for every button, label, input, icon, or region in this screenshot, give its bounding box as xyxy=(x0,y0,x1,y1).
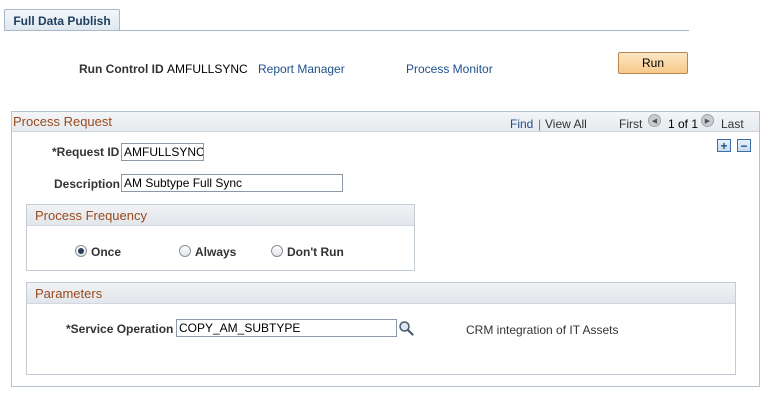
page-info: 1 of 1 xyxy=(668,117,699,131)
process-monitor-link[interactable]: Process Monitor xyxy=(406,62,493,76)
lookup-icon[interactable] xyxy=(398,320,414,336)
process-request-title: Process Request xyxy=(13,114,112,129)
radio-dont-run[interactable] xyxy=(271,245,283,257)
radio-once[interactable] xyxy=(75,245,87,257)
radio-always-label: Always xyxy=(195,245,237,259)
find-link[interactable]: Find xyxy=(510,117,533,131)
first-label: First xyxy=(619,117,643,131)
process-frequency-title: Process Frequency xyxy=(35,208,147,223)
run-control-label: Run Control ID xyxy=(79,62,164,76)
request-id-field[interactable]: AMFULLSYNC xyxy=(121,143,204,161)
tab-divider xyxy=(4,30,689,31)
request-id-label: *Request ID xyxy=(52,145,120,159)
service-operation-field[interactable]: COPY_AM_SUBTYPE xyxy=(176,319,397,337)
radio-dont-run-label: Don't Run xyxy=(287,245,344,259)
remove-row-icon[interactable]: − xyxy=(737,139,751,152)
run-button[interactable]: Run xyxy=(618,52,688,74)
parameters-title: Parameters xyxy=(35,286,103,301)
previous-icon[interactable]: ◀ xyxy=(648,114,661,127)
nav-separator: | xyxy=(538,117,542,131)
parameters-header xyxy=(27,283,735,304)
service-operation-description: CRM integration of IT Assets xyxy=(466,323,619,337)
description-field[interactable]: AM Subtype Full Sync xyxy=(121,174,343,192)
radio-once-label: Once xyxy=(91,245,122,259)
view-all-link[interactable]: View All xyxy=(545,117,587,131)
description-label: Description xyxy=(54,177,121,191)
last-label: Last xyxy=(721,117,744,131)
process-request-header xyxy=(12,112,759,132)
radio-always[interactable] xyxy=(179,245,191,257)
next-icon[interactable]: ▶ xyxy=(701,114,714,127)
tab-full-data-publish[interactable]: Full Data Publish xyxy=(4,9,120,31)
report-manager-link[interactable]: Report Manager xyxy=(258,62,345,76)
service-operation-label: *Service Operation xyxy=(66,322,174,336)
add-row-icon[interactable]: + xyxy=(717,139,731,152)
run-control-value: AMFULLSYNC xyxy=(167,62,248,76)
